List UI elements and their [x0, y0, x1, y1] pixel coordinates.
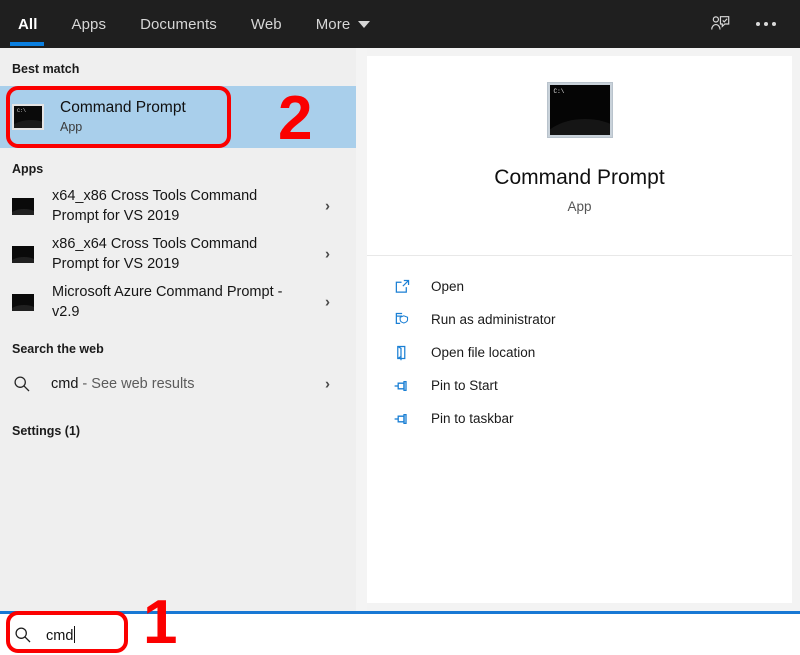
action-label: Open file location	[431, 345, 536, 360]
list-item-app-2[interactable]: x86_x64 Cross Tools Command Prompt for V…	[0, 230, 356, 278]
search-input[interactable]: cmd	[46, 625, 76, 644]
list-item-label: x86_x64 Cross Tools Command Prompt for V…	[52, 236, 258, 272]
command-prompt-icon-prompt: C:\	[17, 108, 27, 114]
tab-documents-label: Documents	[140, 15, 217, 33]
list-item-app-3[interactable]: Microsoft Azure Command Prompt - v2.9 ›	[0, 278, 356, 326]
command-prompt-icon	[12, 245, 34, 263]
best-match-texts: Command Prompt App	[60, 98, 186, 136]
command-prompt-icon	[12, 293, 34, 311]
ellipsis-icon[interactable]	[746, 4, 786, 44]
search-icon	[13, 625, 33, 645]
apps-heading: Apps	[12, 162, 44, 176]
settings-heading: Settings (1)	[12, 424, 81, 438]
list-item-label: x64_x86 Cross Tools Command Prompt for V…	[52, 188, 258, 224]
action-pin-to-taskbar[interactable]: Pin to taskbar	[367, 402, 792, 435]
command-prompt-icon	[12, 197, 34, 215]
web-query-text: cmd	[51, 376, 79, 392]
pin-icon	[391, 375, 413, 397]
list-item-web-result[interactable]: cmd - See web results ›	[0, 360, 356, 408]
search-bar[interactable]: cmd	[0, 611, 800, 655]
command-prompt-prompt-text: C:\	[553, 88, 565, 95]
column-divider	[356, 48, 367, 611]
chevron-right-icon[interactable]: ›	[325, 376, 330, 393]
chevron-right-icon[interactable]: ›	[325, 294, 330, 311]
tab-apps-label: Apps	[71, 15, 107, 33]
search-icon	[12, 374, 32, 394]
search-input-value: cmd	[46, 627, 74, 644]
command-prompt-large-icon: – □ × C:\	[546, 82, 613, 138]
open-external-icon	[391, 276, 413, 298]
action-pin-to-start[interactable]: Pin to Start	[367, 369, 792, 402]
tab-more[interactable]: More	[299, 0, 388, 48]
tab-list: All Apps Documents Web More	[0, 0, 387, 48]
list-item-label: Microsoft Azure Command Prompt - v2.9	[52, 284, 283, 320]
tab-documents[interactable]: Documents	[123, 0, 234, 48]
tabbar-actions	[700, 0, 800, 48]
tab-more-label: More	[315, 15, 351, 33]
action-run-as-administrator[interactable]: Run as administrator	[367, 303, 792, 336]
best-match-heading: Best match	[12, 62, 80, 76]
chevron-right-icon[interactable]: ›	[325, 198, 330, 215]
ellipsis-dots	[756, 22, 776, 26]
preview-actions: Open Run as administrator Open file loca…	[367, 256, 792, 435]
text-cursor	[74, 625, 76, 643]
chevron-down-icon	[358, 20, 371, 28]
command-prompt-screen: C:\	[549, 85, 610, 135]
action-label: Open	[431, 279, 465, 294]
web-heading: Search the web	[12, 342, 104, 356]
command-prompt-icon: C:\	[12, 104, 44, 130]
results-column: Best match C:\ Command Prompt App Apps x…	[0, 48, 356, 611]
feedback-person-icon[interactable]	[700, 4, 740, 44]
tab-web-label: Web	[250, 15, 282, 33]
web-suffix-text: - See web results	[78, 376, 195, 392]
action-open[interactable]: Open	[367, 270, 792, 303]
shield-admin-icon	[391, 309, 413, 331]
tab-all[interactable]: All	[0, 0, 54, 48]
action-label: Pin to Start	[431, 378, 498, 393]
folder-location-icon	[391, 342, 413, 364]
tab-apps[interactable]: Apps	[54, 0, 123, 48]
page-title: Command Prompt	[494, 166, 665, 189]
preview-subtitle: App	[567, 199, 592, 214]
action-label: Run as administrator	[431, 312, 556, 327]
list-item-app-1[interactable]: x64_x86 Cross Tools Command Prompt for V…	[0, 182, 356, 230]
pin-icon	[391, 408, 413, 430]
list-item-label: cmd - See web results	[51, 374, 194, 394]
best-match-subtitle: App	[60, 120, 83, 134]
tab-web[interactable]: Web	[234, 0, 299, 48]
chevron-right-icon[interactable]: ›	[325, 246, 330, 263]
tab-all-label: All	[18, 15, 38, 33]
preview-panel: – □ × C:\ Command Prompt App	[367, 56, 792, 603]
search-panel-window: All Apps Documents Web More Best match C…	[0, 0, 800, 655]
action-open-file-location[interactable]: Open file location	[367, 336, 792, 369]
action-label: Pin to taskbar	[431, 411, 514, 426]
preview-header: – □ × C:\ Command Prompt App	[367, 56, 792, 256]
best-match-title: Command Prompt	[60, 99, 186, 116]
best-match-row[interactable]: C:\ Command Prompt App	[0, 86, 356, 148]
search-tabbar: All Apps Documents Web More	[0, 0, 800, 48]
search-body: Best match C:\ Command Prompt App Apps x…	[0, 48, 800, 611]
